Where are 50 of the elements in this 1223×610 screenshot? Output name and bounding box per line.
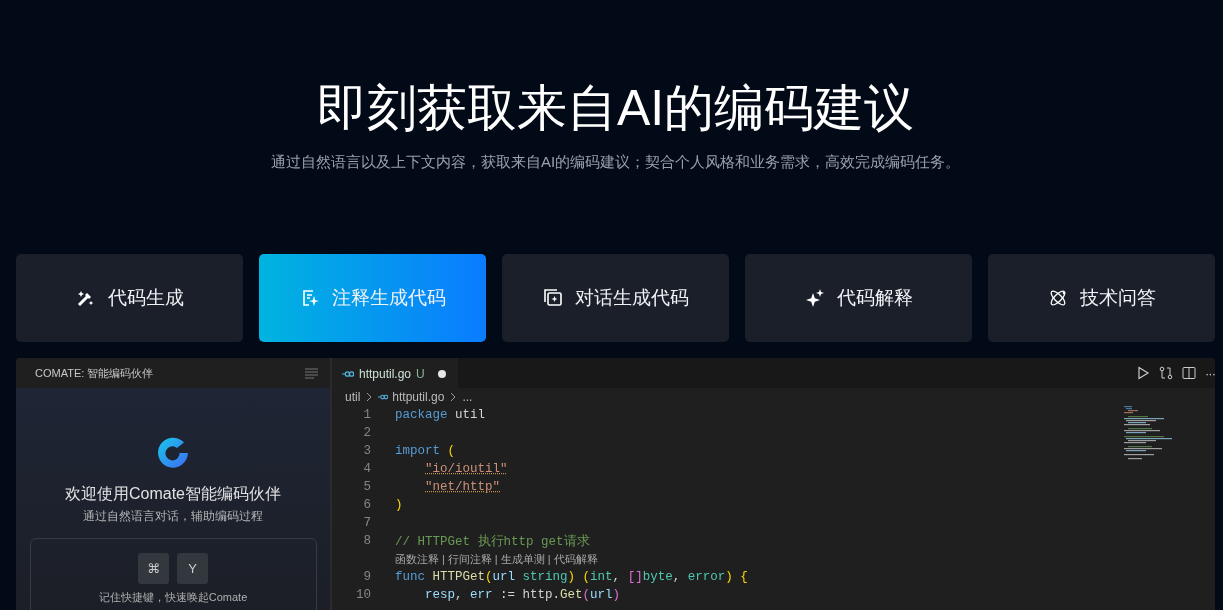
go-file-icon [342,369,354,378]
code-line: "io/ioutil" [424,462,508,476]
code-line: resp, err := http.Get(url) [424,588,621,602]
more-actions[interactable]: ··· [1205,365,1215,381]
code-line: // HTTPGet 执行http get请求 [395,533,590,550]
page-title: 即刻获取来自AI的编码建议 [316,79,915,138]
line-number: 8 [362,534,371,548]
separator: | [494,553,498,565]
run-icon[interactable] [1136,366,1150,380]
line-number: 1 [362,408,371,422]
feature-tab[interactable]: 代码解释 [745,254,972,342]
go-file-icon [378,392,389,402]
welcome-subtitle: 通过自然语言对话，辅助编码过程 [83,508,263,524]
line-number: 6 [362,498,371,512]
file-tab[interactable]: httputil.go U [332,358,458,388]
shortcut-hint: 记住快捷键，快速唤起Comate [98,590,248,604]
feature-tab[interactable]: 代码生成 [16,254,243,342]
code-line: ) [395,498,403,512]
line-number: 7 [362,516,371,530]
feature-tab[interactable]: 对话生成代码 [502,254,729,342]
codelens-link[interactable]: 行间注释 [447,551,492,567]
key-cap: ⌘ [138,553,169,584]
split-icon[interactable] [1182,366,1196,380]
key-cap: Y [177,553,208,584]
line-number: 5 [362,480,371,494]
code-line: import ( [395,444,456,458]
feature-tab[interactable]: 技术问答 [988,254,1215,342]
sparkle-icon [804,288,825,308]
line-number: 3 [362,444,371,458]
separator: | [442,553,445,565]
breadcrumb-item[interactable]: ... [462,390,473,404]
welcome-heading: 欢迎使用Comate智能编码伙伴 [65,484,281,504]
compare-icon[interactable] [1159,366,1173,380]
code-line: "net/http" [424,480,500,494]
breadcrumb-item[interactable]: util [345,390,361,404]
chat-window-icon [542,288,563,308]
codelens-link[interactable]: 生成单测 [500,551,545,567]
line-number: 10 [355,588,371,602]
line-number: 4 [362,462,371,476]
separator: | [547,553,551,565]
code-line: package util [395,408,486,422]
breadcrumb-item[interactable]: httputil.go [392,390,445,404]
line-number: 9 [362,570,371,584]
codelens-link[interactable]: 代码解释 [553,551,598,567]
code-line: func HTTPGet(url string) (int, []byte, error) { [395,570,748,584]
panel-title: COMATE: 智能编码伙伴 [35,365,154,381]
codelens-link[interactable]: 函数注释 [395,551,439,567]
page-subtitle: 通过自然语言以及上下文内容，获取来自AI的编码建议；契合个人风格和业务需求，高效完成编码任务。 [270,152,961,172]
line-number: 2 [362,426,371,440]
logo-icon [155,435,191,471]
